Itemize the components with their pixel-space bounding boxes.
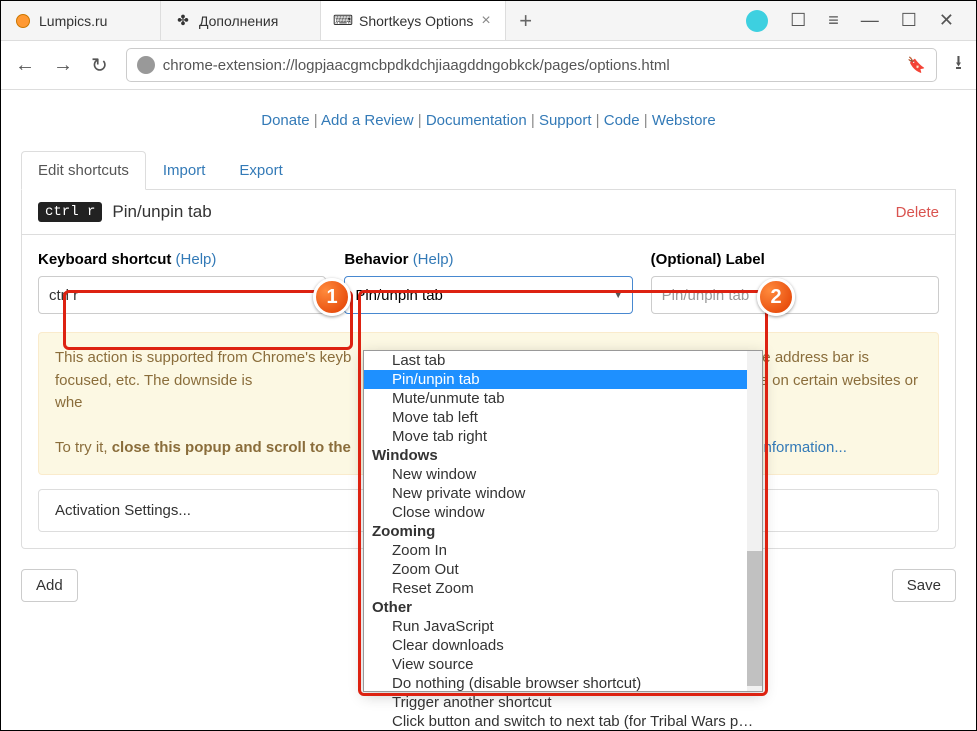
form-row: Keyboard shortcut (Help) Behavior (Help)…: [38, 251, 939, 314]
nav-import[interactable]: Import: [146, 151, 223, 190]
url-text: chrome-extension://logpjaacgmcbpdkdchjia…: [163, 57, 670, 74]
option-group: Zooming: [364, 522, 762, 541]
link-webstore[interactable]: Webstore: [652, 112, 716, 129]
browser-chrome: Lumpics.ru ✤ Дополнения ⌨ Shortkeys Opti…: [1, 1, 976, 90]
shortcut-input[interactable]: [38, 276, 326, 314]
option-item[interactable]: Reset Zoom: [364, 579, 762, 598]
option-item[interactable]: Close window: [364, 503, 762, 522]
assistant-icon[interactable]: [746, 10, 768, 32]
download-icon[interactable]: ⭳: [955, 48, 962, 82]
address-bar: ← → ↻ chrome-extension://logpjaacgmcbpdk…: [1, 41, 976, 89]
forward-icon[interactable]: →: [53, 54, 73, 77]
col-keyboard: Keyboard shortcut (Help): [38, 251, 326, 314]
nav-tabs: Edit shortcuts Import Export: [21, 151, 956, 190]
option-group: Other: [364, 598, 762, 617]
add-button[interactable]: Add: [21, 569, 78, 602]
menu-icon[interactable]: ≡: [828, 10, 839, 31]
window-controls: ☐ ≡ — ☐ ✕: [746, 10, 976, 32]
shortcut-badge: ctrl r: [38, 202, 102, 222]
option-item[interactable]: Zoom In: [364, 541, 762, 560]
annotation-marker-1: 1: [313, 278, 351, 316]
keyboard-icon: ⌨: [335, 13, 351, 29]
behavior-dropdown[interactable]: Last tabPin/unpin tabMute/unmute tabMove…: [363, 350, 763, 692]
nav-edit[interactable]: Edit shortcuts: [21, 151, 146, 190]
site-info-icon[interactable]: [137, 56, 155, 74]
save-button[interactable]: Save: [892, 569, 956, 602]
tab-label: Shortkeys Options: [359, 13, 473, 29]
option-item[interactable]: Clear downloads: [364, 636, 762, 655]
kb-label: Keyboard shortcut (Help): [38, 251, 326, 268]
chevron-down-icon: ▼: [613, 289, 624, 301]
bh-label: Behavior (Help): [344, 251, 632, 268]
link-review[interactable]: Add a Review: [321, 112, 414, 129]
reload-icon[interactable]: ↻: [91, 53, 108, 78]
bookmark-icon[interactable]: 🔖: [907, 56, 926, 74]
new-tab-button[interactable]: +: [506, 8, 546, 34]
annotation-marker-2: 2: [757, 278, 795, 316]
select-value: Pin/unpin tab: [355, 287, 443, 304]
option-item[interactable]: Run JavaScript: [364, 617, 762, 636]
scrollbar-thumb[interactable]: [747, 551, 762, 686]
tab-shortkeys[interactable]: ⌨ Shortkeys Options ×: [321, 1, 506, 40]
option-item[interactable]: View source: [364, 655, 762, 674]
puzzle-icon: ✤: [175, 13, 191, 29]
tab-addons[interactable]: ✤ Дополнения: [161, 1, 321, 40]
help-link[interactable]: (Help): [413, 251, 454, 268]
maximize-icon[interactable]: ☐: [901, 10, 917, 31]
tab-lumpics[interactable]: Lumpics.ru: [1, 1, 161, 40]
opt-label: (Optional) Label: [651, 251, 939, 268]
tab-label: Lumpics.ru: [39, 13, 107, 29]
back-icon[interactable]: ←: [15, 54, 35, 77]
option-item[interactable]: Zoom Out: [364, 560, 762, 579]
tab-bar: Lumpics.ru ✤ Дополнения ⌨ Shortkeys Opti…: [1, 1, 976, 41]
panel-header: ctrl r Pin/unpin tab Delete: [22, 190, 955, 235]
behavior-select[interactable]: Pin/unpin tab ▼: [344, 276, 632, 314]
option-item[interactable]: Do nothing (disable browser shortcut): [364, 674, 762, 693]
panel-title: Pin/unpin tab: [112, 202, 211, 222]
close-tab-icon[interactable]: ×: [481, 12, 490, 30]
option-item[interactable]: Move tab right: [364, 427, 762, 446]
link-support[interactable]: Support: [539, 112, 592, 129]
option-item[interactable]: Last tab: [364, 351, 762, 370]
minimize-icon[interactable]: —: [861, 10, 879, 31]
col-label: (Optional) Label: [651, 251, 939, 314]
url-input[interactable]: chrome-extension://logpjaacgmcbpdkdchjia…: [126, 48, 937, 82]
nav-export[interactable]: Export: [222, 151, 299, 190]
option-group: Windows: [364, 446, 762, 465]
col-behavior: Behavior (Help) Pin/unpin tab ▼: [344, 251, 632, 314]
close-window-icon[interactable]: ✕: [939, 10, 954, 31]
option-item[interactable]: Move tab left: [364, 408, 762, 427]
option-item[interactable]: New window: [364, 465, 762, 484]
tab-label: Дополнения: [199, 13, 278, 29]
top-links: Donate | Add a Review | Documentation | …: [21, 100, 956, 151]
option-item[interactable]: New private window: [364, 484, 762, 503]
delete-button[interactable]: Delete: [896, 204, 939, 221]
link-code[interactable]: Code: [604, 112, 640, 129]
option-item[interactable]: Trigger another shortcut: [364, 693, 762, 712]
lumpics-icon: [15, 13, 31, 29]
link-docs[interactable]: Documentation: [426, 112, 527, 129]
link-donate[interactable]: Donate: [261, 112, 309, 129]
option-item[interactable]: Pin/unpin tab: [364, 370, 762, 389]
help-link[interactable]: (Help): [176, 251, 217, 268]
option-item[interactable]: Mute/unmute tab: [364, 389, 762, 408]
bookmarks-icon[interactable]: ☐: [790, 10, 806, 31]
option-item[interactable]: Click button and switch to next tab (for…: [364, 712, 762, 731]
